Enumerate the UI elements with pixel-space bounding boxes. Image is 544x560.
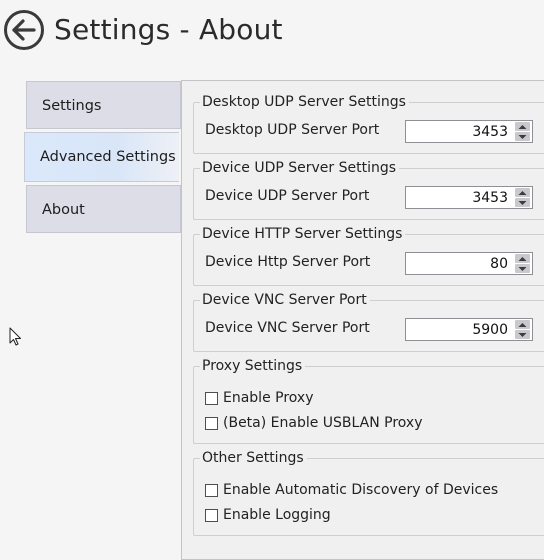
increment-button[interactable] bbox=[515, 254, 530, 263]
chevron-up-icon bbox=[518, 323, 527, 327]
tab-label: Settings bbox=[42, 98, 102, 114]
proxy-settings-group: Proxy Settings Enable Proxy (Beta) Enabl… bbox=[193, 358, 544, 444]
device-udp-port-label: Device UDP Server Port bbox=[205, 188, 370, 204]
back-button[interactable] bbox=[3, 9, 45, 51]
arrow-left-circle-icon bbox=[4, 10, 44, 50]
checkbox-label: Enable Automatic Discovery of Devices bbox=[223, 482, 499, 498]
desktop-udp-group: Desktop UDP Server Settings Desktop UDP … bbox=[193, 94, 544, 154]
checkbox-box[interactable] bbox=[205, 392, 218, 405]
device-udp-group: Device UDP Server Settings Device UDP Se… bbox=[193, 160, 544, 220]
group-title: Device HTTP Server Settings bbox=[200, 226, 406, 242]
chevron-down-icon bbox=[518, 135, 527, 139]
device-http-group: Device HTTP Server Settings Device Http … bbox=[193, 226, 544, 286]
group-title: Device VNC Server Port bbox=[200, 292, 370, 308]
device-http-port-value: 80 bbox=[490, 256, 508, 272]
group-title: Desktop UDP Server Settings bbox=[200, 94, 409, 110]
chevron-up-icon bbox=[518, 257, 527, 261]
tab-advanced-settings[interactable]: Advanced Settings bbox=[24, 132, 179, 182]
device-vnc-port-stepper[interactable]: 5900 bbox=[405, 318, 533, 341]
checkbox-box[interactable] bbox=[205, 484, 218, 497]
checkbox-label: Enable Logging bbox=[223, 507, 331, 523]
spin-buttons bbox=[515, 122, 530, 141]
device-http-port-label: Device Http Server Port bbox=[205, 254, 371, 270]
decrement-button[interactable] bbox=[515, 330, 530, 339]
desktop-udp-port-value: 3453 bbox=[472, 124, 508, 140]
chevron-down-icon bbox=[518, 267, 527, 271]
desktop-udp-port-label: Desktop UDP Server Port bbox=[205, 122, 380, 138]
device-vnc-port-label: Device VNC Server Port bbox=[205, 320, 370, 336]
spin-buttons bbox=[515, 254, 530, 273]
device-udp-port-stepper[interactable]: 3453 bbox=[405, 186, 533, 209]
device-http-port-stepper[interactable]: 80 bbox=[405, 252, 533, 275]
checkbox-label: (Beta) Enable USBLAN Proxy bbox=[223, 415, 423, 431]
group-title: Device UDP Server Settings bbox=[200, 160, 400, 176]
tab-settings[interactable]: Settings bbox=[26, 81, 181, 129]
mouse-pointer-icon bbox=[9, 327, 22, 351]
decrement-button[interactable] bbox=[515, 264, 530, 273]
page-title: Settings - About bbox=[54, 13, 283, 46]
increment-button[interactable] bbox=[515, 320, 530, 329]
chevron-down-icon bbox=[518, 333, 527, 337]
tab-label: Advanced Settings bbox=[40, 149, 176, 165]
device-vnc-port-value: 5900 bbox=[472, 322, 508, 338]
group-title: Proxy Settings bbox=[200, 358, 306, 374]
checkbox-label: Enable Proxy bbox=[223, 390, 314, 406]
tab-label: About bbox=[42, 202, 85, 218]
chevron-down-icon bbox=[518, 201, 527, 205]
device-vnc-group: Device VNC Server Port Device VNC Server… bbox=[193, 292, 544, 352]
decrement-button[interactable] bbox=[515, 132, 530, 141]
other-settings-group: Other Settings Enable Automatic Discover… bbox=[193, 450, 544, 536]
tab-about[interactable]: About bbox=[26, 185, 181, 233]
spin-buttons bbox=[515, 320, 530, 339]
checkbox-box[interactable] bbox=[205, 417, 218, 430]
group-title: Other Settings bbox=[200, 450, 307, 466]
chevron-up-icon bbox=[518, 191, 527, 195]
header: Settings - About bbox=[0, 0, 544, 62]
desktop-udp-port-stepper[interactable]: 3453 bbox=[405, 120, 533, 143]
spin-buttons bbox=[515, 188, 530, 207]
device-udp-port-value: 3453 bbox=[472, 190, 508, 206]
chevron-up-icon bbox=[518, 125, 527, 129]
increment-button[interactable] bbox=[515, 122, 530, 131]
decrement-button[interactable] bbox=[515, 198, 530, 207]
checkbox-box[interactable] bbox=[205, 509, 218, 522]
increment-button[interactable] bbox=[515, 188, 530, 197]
